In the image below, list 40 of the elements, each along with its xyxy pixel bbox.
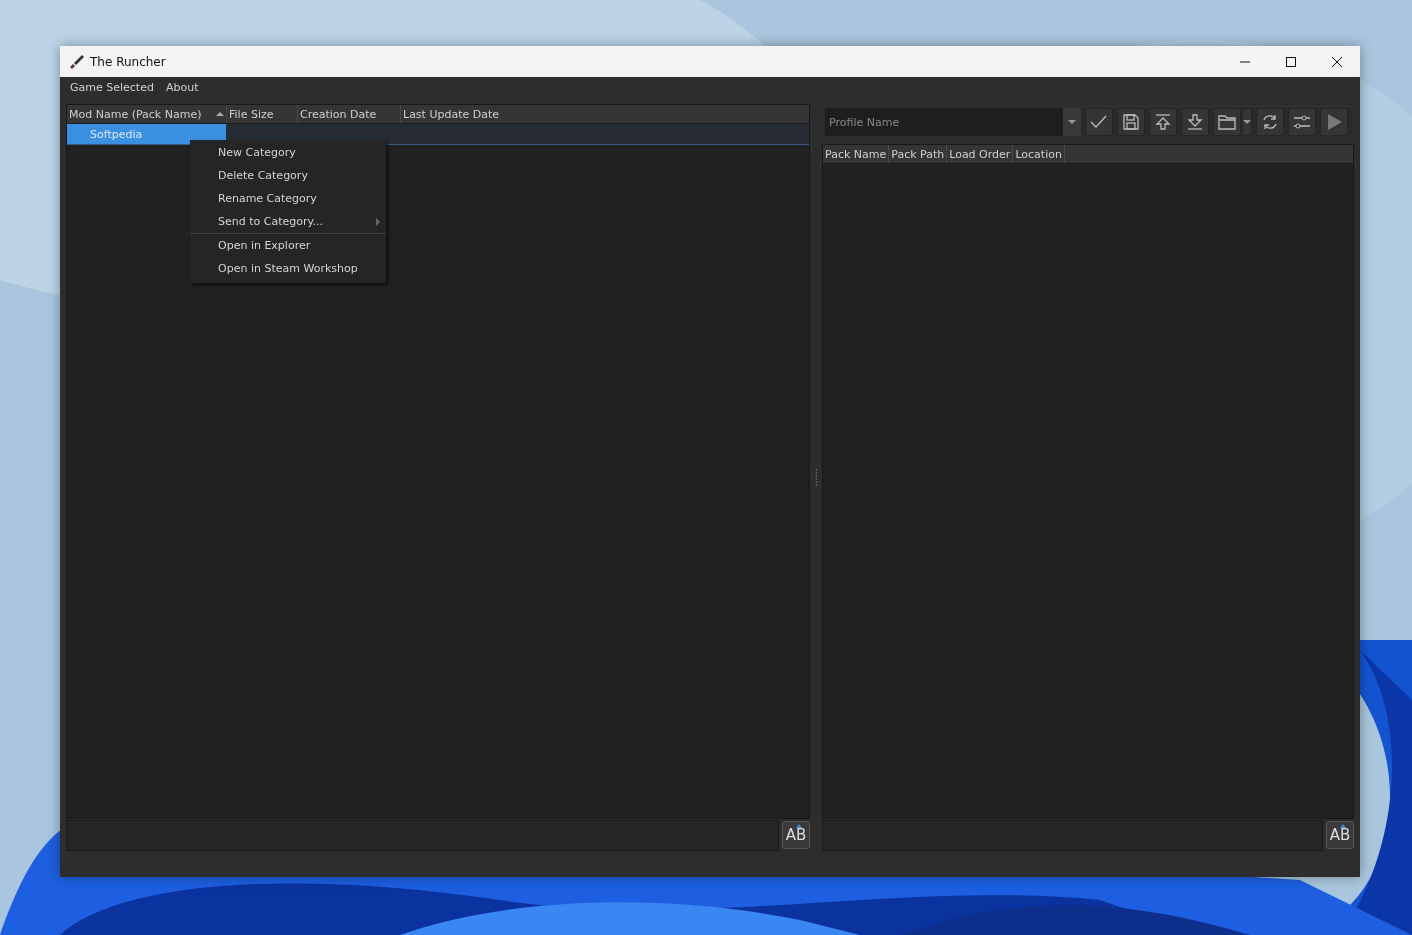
- column-header[interactable]: File Size: [227, 105, 298, 123]
- column-header[interactable]: Creation Date: [298, 105, 401, 123]
- sliders-button[interactable]: [1288, 108, 1316, 136]
- window-title: The Runcher: [90, 54, 166, 69]
- folder-icon: [1217, 112, 1237, 132]
- case-toggle-button[interactable]: AB: [1326, 821, 1354, 849]
- column-header[interactable]: Location: [1013, 145, 1065, 163]
- menu-item[interactable]: About: [159, 77, 205, 97]
- column-header[interactable]: Pack Path: [889, 145, 948, 163]
- context-menu-item[interactable]: Rename Category: [190, 187, 386, 210]
- maximize-icon: [1286, 56, 1296, 67]
- menu-item[interactable]: Game Selected: [64, 77, 160, 97]
- dropdown-arrow-icon: [1243, 120, 1251, 124]
- column-header[interactable]: Load Order: [947, 145, 1014, 163]
- context-menu-item[interactable]: Open in Explorer: [190, 233, 386, 257]
- column-header[interactable]: Last Update Date: [401, 105, 525, 123]
- column-header[interactable]: Pack Name: [823, 145, 890, 163]
- download-icon: [1185, 112, 1205, 132]
- column-header[interactable]: Mod Name (Pack Name): [67, 105, 227, 123]
- case-toggle-button[interactable]: AB: [782, 821, 810, 849]
- context-menu-item[interactable]: New Category: [190, 141, 386, 164]
- submenu-arrow-icon: [376, 217, 380, 226]
- download-button[interactable]: [1181, 108, 1209, 136]
- play-button[interactable]: [1320, 108, 1348, 136]
- dropdown-button[interactable]: [1242, 108, 1252, 136]
- checkmark-button[interactable]: [1085, 108, 1113, 136]
- folder-button[interactable]: [1213, 108, 1241, 136]
- upload-icon: [1153, 112, 1173, 132]
- context-menu-item[interactable]: Open in Steam Workshop: [190, 257, 386, 280]
- save-button[interactable]: [1117, 108, 1145, 136]
- sliders-icon: [1292, 112, 1312, 132]
- refresh-button[interactable]: [1256, 108, 1284, 136]
- upload-button[interactable]: [1149, 108, 1177, 136]
- context-menu-item[interactable]: Delete Category: [190, 164, 386, 187]
- context-menu-item[interactable]: Send to Category...: [190, 210, 386, 233]
- save-icon: [1121, 112, 1141, 132]
- dropdown-arrow-icon: [1068, 120, 1076, 124]
- close-icon: [1332, 56, 1342, 67]
- brush-icon: [68, 53, 85, 70]
- splitter-handle-icon: [815, 469, 818, 486]
